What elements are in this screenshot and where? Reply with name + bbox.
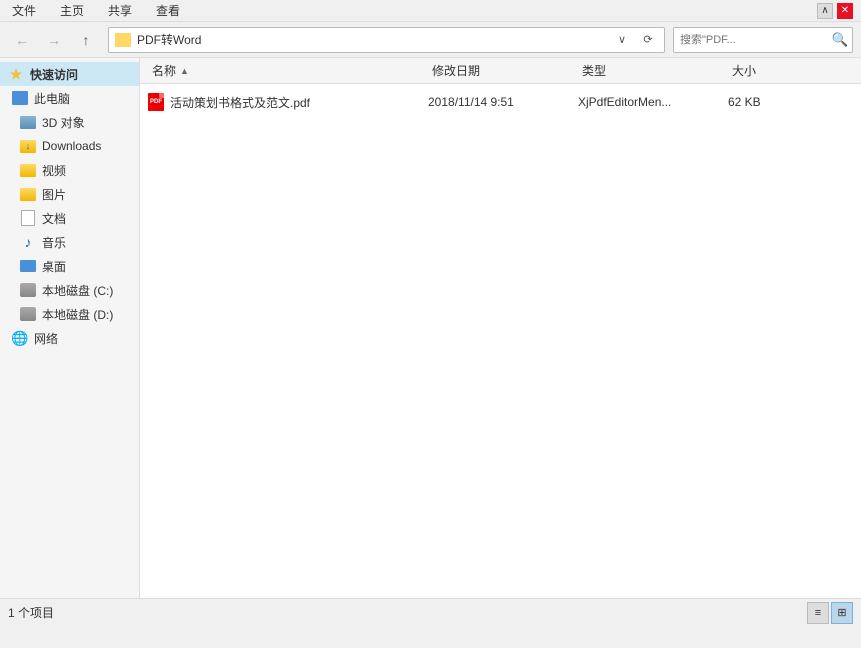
sidebar-item-network[interactable]: 🌐 网络 <box>0 326 139 350</box>
status-count: 1 个项目 <box>8 604 54 621</box>
address-refresh-btn[interactable]: ⟳ <box>638 30 658 50</box>
file-name-cell: PDF 活动策划书格式及范文.pdf <box>148 93 428 111</box>
file-size-cell: 62 KB <box>728 95 808 109</box>
file-list: PDF 活动策划书格式及范文.pdf 2018/11/14 9:51 XjPdf… <box>140 84 861 120</box>
sidebar-item-quick-access[interactable]: ★ 快速访问 <box>0 62 139 86</box>
address-bar: PDF转Word ∨ ⟳ <box>108 27 665 53</box>
sidebar-disk-c-label: 本地磁盘 (C:) <box>42 282 113 299</box>
search-button[interactable]: 🔍 <box>828 28 852 52</box>
3d-objects-icon <box>20 114 36 130</box>
toolbar: ← → ↑ PDF转Word ∨ ⟳ 🔍 <box>0 22 861 58</box>
sidebar-item-disk-c[interactable]: 本地磁盘 (C:) <box>0 278 139 302</box>
sidebar-item-music[interactable]: ♪ 音乐 <box>0 230 139 254</box>
disk-d-icon <box>20 306 36 322</box>
sidebar-item-disk-d[interactable]: 本地磁盘 (D:) <box>0 302 139 326</box>
collapse-btn[interactable]: ∧ <box>817 3 833 19</box>
sidebar-item-3d-objects[interactable]: 3D 对象 <box>0 110 139 134</box>
address-text[interactable]: PDF转Word <box>137 31 606 48</box>
sidebar-desktop-label: 桌面 <box>42 258 66 275</box>
table-row[interactable]: PDF 活动策划书格式及范文.pdf 2018/11/14 9:51 XjPdf… <box>140 88 861 116</box>
pdf-icon: PDF <box>148 93 164 111</box>
forward-button[interactable]: → <box>40 26 68 54</box>
sidebar-video-label: 视频 <box>42 162 66 179</box>
col-header-date[interactable]: 修改日期 <box>428 60 578 81</box>
sidebar-item-downloads[interactable]: Downloads <box>0 134 139 158</box>
sidebar-music-label: 音乐 <box>42 234 66 251</box>
sidebar-item-this-pc[interactable]: 此电脑 <box>0 86 139 110</box>
disk-c-icon <box>20 282 36 298</box>
documents-icon <box>20 210 36 226</box>
sidebar: ★ 快速访问 此电脑 3D 对象 Downloads <box>0 58 140 598</box>
menu-view[interactable]: 查看 <box>152 0 184 21</box>
search-input[interactable] <box>674 34 828 46</box>
col-header-type[interactable]: 类型 <box>578 60 728 81</box>
sidebar-item-video[interactable]: 视频 <box>0 158 139 182</box>
sidebar-pictures-label: 图片 <box>42 186 66 203</box>
pictures-icon <box>20 186 36 202</box>
sidebar-network-label: 网络 <box>34 330 58 347</box>
sidebar-quick-access-label: 快速访问 <box>30 66 78 83</box>
menu-share[interactable]: 共享 <box>104 0 136 21</box>
sidebar-3d-objects-label: 3D 对象 <box>42 114 85 131</box>
up-button[interactable]: ↑ <box>72 26 100 54</box>
menu-home[interactable]: 主页 <box>56 0 88 21</box>
column-headers: 名称 ▲ 修改日期 类型 大小 <box>140 58 861 84</box>
close-btn[interactable]: ✕ <box>837 3 853 19</box>
sidebar-downloads-label: Downloads <box>42 139 101 153</box>
this-pc-icon <box>12 90 28 106</box>
address-folder-icon <box>115 32 131 48</box>
downloads-icon <box>20 138 36 154</box>
quick-access-icon: ★ <box>8 66 24 82</box>
view-list-button[interactable]: ≡ <box>807 602 829 624</box>
sort-arrow-name: ▲ <box>180 66 189 76</box>
col-header-size[interactable]: 大小 <box>728 60 808 81</box>
sidebar-this-pc-label: 此电脑 <box>34 90 70 107</box>
address-dropdown-btn[interactable]: ∨ <box>612 30 632 50</box>
col-header-name[interactable]: 名称 ▲ <box>148 60 428 81</box>
file-type-cell: XjPdfEditorMen... <box>578 95 728 109</box>
music-icon: ♪ <box>20 234 36 250</box>
video-icon <box>20 162 36 178</box>
sidebar-item-pictures[interactable]: 图片 <box>0 182 139 206</box>
desktop-icon <box>20 258 36 274</box>
main-layout: ★ 快速访问 此电脑 3D 对象 Downloads <box>0 58 861 598</box>
menu-file[interactable]: 文件 <box>8 0 40 21</box>
view-grid-button[interactable]: ⊞ <box>831 602 853 624</box>
view-toggle: ≡ ⊞ <box>807 602 853 624</box>
file-date-cell: 2018/11/14 9:51 <box>428 95 578 109</box>
sidebar-disk-d-label: 本地磁盘 (D:) <box>42 306 113 323</box>
back-button[interactable]: ← <box>8 26 36 54</box>
sidebar-item-desktop[interactable]: 桌面 <box>0 254 139 278</box>
sidebar-documents-label: 文档 <box>42 210 66 227</box>
sidebar-item-documents[interactable]: 文档 <box>0 206 139 230</box>
status-bar: 1 个项目 ≡ ⊞ <box>0 598 861 626</box>
menu-bar: 文件 主页 共享 查看 ∧ ✕ <box>0 0 861 22</box>
network-icon: 🌐 <box>12 330 28 346</box>
content-area: 名称 ▲ 修改日期 类型 大小 PDF 活动策划书格式及范文.pdf 2018 <box>140 58 861 598</box>
search-bar: 🔍 <box>673 27 853 53</box>
